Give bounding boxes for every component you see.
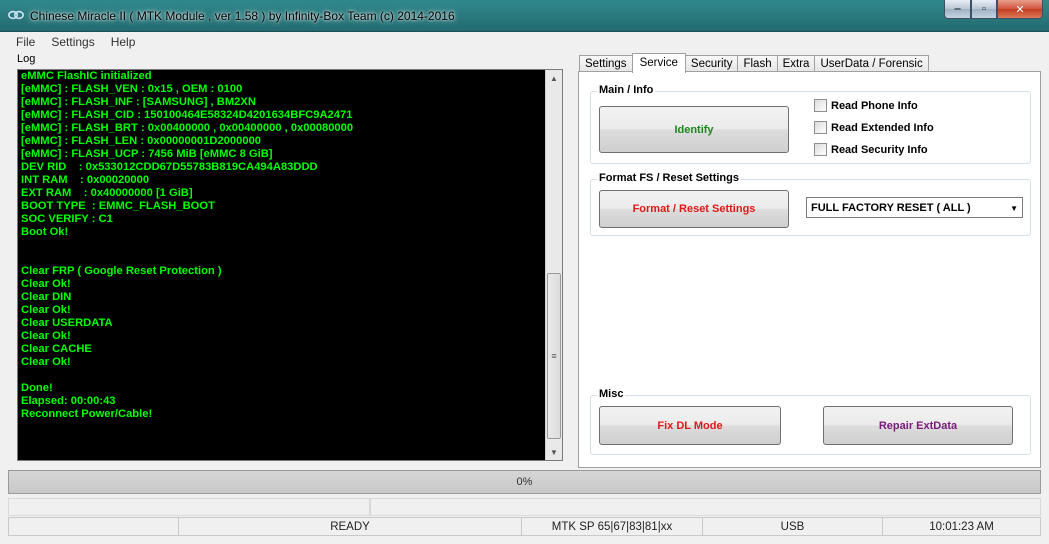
status-bar: READY MTK SP 65|67|83|81|xx USB 10:01:23… xyxy=(8,517,1041,536)
misc-group: Misc Fix DL Mode Repair ExtData xyxy=(590,388,1031,455)
read-phone-info-label: Read Phone Info xyxy=(831,99,918,112)
status-platform: MTK SP 65|67|83|81|xx xyxy=(521,517,702,536)
read-security-info-label: Read Security Info xyxy=(831,143,928,156)
read-extended-info-label: Read Extended Info xyxy=(831,121,934,134)
grip-icon: ≡ xyxy=(551,351,557,361)
maximize-button[interactable]: ▫ xyxy=(971,0,997,19)
service-tab-page: Main / Info Identify Read Phone Info Rea… xyxy=(578,71,1041,468)
fix-dl-mode-button[interactable]: Fix DL Mode xyxy=(599,406,781,445)
close-button[interactable]: ✕ xyxy=(997,0,1043,19)
menu-bar: File Settings Help xyxy=(8,32,1041,52)
reset-mode-select[interactable]: FULL FACTORY RESET ( ALL ) ▼ xyxy=(806,197,1023,218)
scroll-up-icon[interactable]: ▲ xyxy=(546,70,562,86)
format-reset-button[interactable]: Format / Reset Settings xyxy=(599,190,789,228)
main-info-title: Main / Info xyxy=(597,84,656,96)
log-panel[interactable]: eMMC FlashIC initialized [eMMC] : FLASH_… xyxy=(17,69,563,461)
main-info-group: Main / Info Identify Read Phone Info Rea… xyxy=(590,84,1031,164)
title-bar: Chinese Miracle II ( MTK Module , ver 1.… xyxy=(0,0,1049,32)
minimize-button[interactable]: ‒ xyxy=(944,0,971,19)
info-bar-right xyxy=(370,498,1041,516)
menu-settings[interactable]: Settings xyxy=(43,35,102,49)
format-group: Format FS / Reset Settings Format / Rese… xyxy=(590,172,1031,236)
menu-file[interactable]: File xyxy=(8,35,43,49)
repair-extdata-button[interactable]: Repair ExtData xyxy=(823,406,1013,445)
window-title: Chinese Miracle II ( MTK Module , ver 1.… xyxy=(30,9,455,23)
reset-mode-value: FULL FACTORY RESET ( ALL ) xyxy=(811,201,971,214)
progress-text: 0% xyxy=(516,476,533,488)
window-controls: ‒ ▫ ✕ xyxy=(944,0,1043,20)
scroll-thumb[interactable]: ≡ xyxy=(547,273,561,439)
status-cell-empty xyxy=(8,517,178,536)
status-connection: USB xyxy=(702,517,882,536)
read-security-info-checkbox[interactable]: Read Security Info xyxy=(814,143,928,156)
status-time: 10:01:23 AM xyxy=(882,517,1041,536)
app-logo-icon xyxy=(8,10,24,20)
checkbox-icon xyxy=(814,143,827,156)
tab-strip: Settings Service Security Flash Extra Us… xyxy=(579,53,929,73)
menu-help[interactable]: Help xyxy=(103,35,144,49)
read-extended-info-checkbox[interactable]: Read Extended Info xyxy=(814,121,934,134)
tab-service[interactable]: Service xyxy=(631,53,686,73)
misc-title: Misc xyxy=(597,388,626,400)
format-title: Format FS / Reset Settings xyxy=(597,172,741,184)
status-ready: READY xyxy=(178,517,521,536)
info-bar-left xyxy=(8,498,370,516)
identify-button[interactable]: Identify xyxy=(599,106,789,153)
scroll-down-icon[interactable]: ▼ xyxy=(546,444,562,460)
chevron-down-icon: ▼ xyxy=(1010,204,1018,213)
log-label: Log xyxy=(17,53,36,65)
checkbox-icon xyxy=(814,121,827,134)
checkbox-icon xyxy=(814,99,827,112)
log-scrollbar[interactable]: ▲ ≡ ▼ xyxy=(545,70,562,460)
read-phone-info-checkbox[interactable]: Read Phone Info xyxy=(814,99,918,112)
progress-bar: 0% xyxy=(8,470,1041,494)
log-output: eMMC FlashIC initialized [eMMC] : FLASH_… xyxy=(21,70,354,420)
